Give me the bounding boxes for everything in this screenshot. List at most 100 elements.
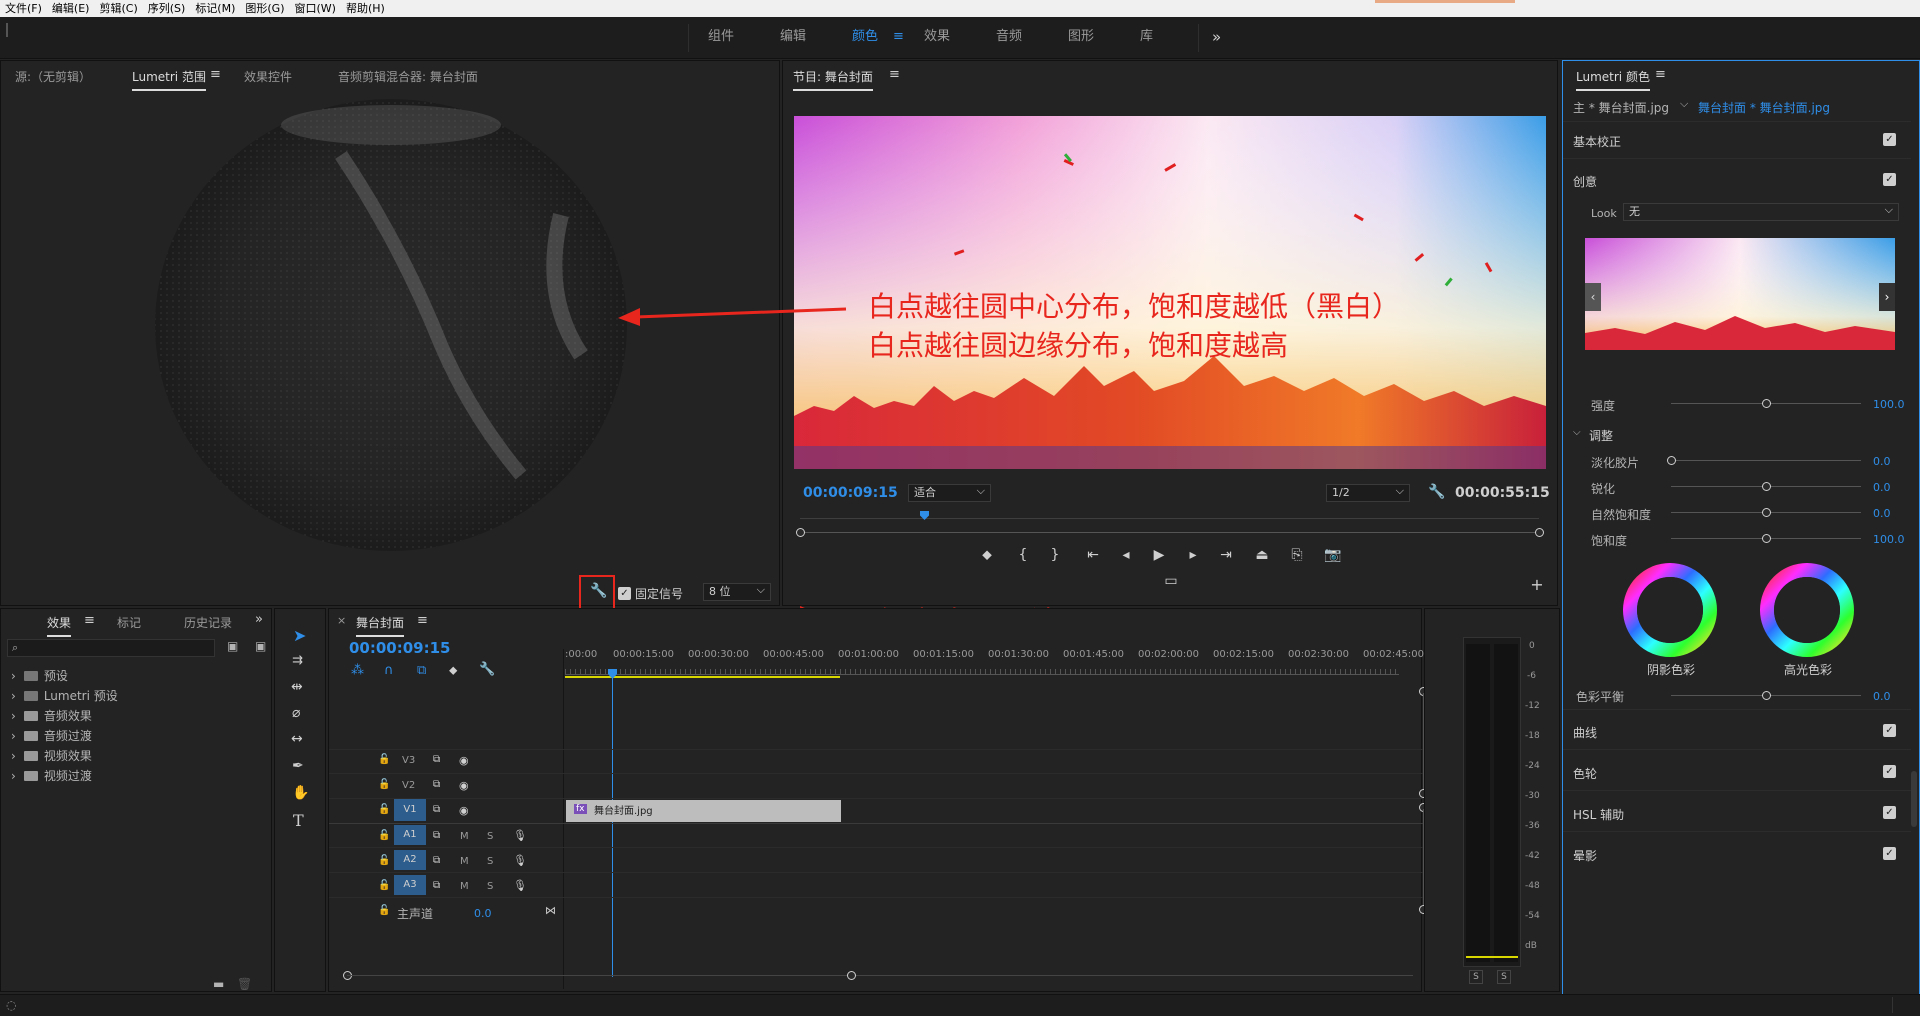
sharpen-knob[interactable] bbox=[1762, 482, 1771, 491]
creative-toggle[interactable]: ✓ bbox=[1883, 173, 1896, 186]
lock-icon[interactable]: 🔓 bbox=[378, 754, 390, 765]
sync-lock-icon[interactable]: ⧉ bbox=[433, 754, 440, 765]
microphone-icon[interactable]: 🎙 bbox=[513, 829, 527, 842]
track-label-v1[interactable]: V1 bbox=[394, 799, 426, 821]
look-prev-icon[interactable]: ‹ bbox=[1585, 283, 1601, 311]
delete-icon[interactable]: 🗑 bbox=[237, 977, 252, 991]
lock-icon[interactable]: 🔓 bbox=[378, 880, 390, 891]
hsl-secondary-toggle[interactable]: ✓ bbox=[1883, 806, 1896, 819]
workspace-tab-effects[interactable]: 效果 bbox=[924, 17, 950, 59]
section-basic-correction[interactable]: 基本校正 bbox=[1573, 133, 1621, 150]
workspace-tab-graphics[interactable]: 图形 bbox=[1068, 17, 1094, 59]
time-ruler[interactable]: :00:00 00:00:15:00 00:00:30:00 00:00:45:… bbox=[565, 649, 1424, 669]
close-tab-icon[interactable]: × bbox=[337, 614, 346, 627]
horizontal-scrollbar[interactable] bbox=[347, 975, 1413, 976]
vignette-toggle[interactable]: ✓ bbox=[1883, 847, 1896, 860]
basic-correction-toggle[interactable]: ✓ bbox=[1883, 133, 1896, 146]
intensity-value[interactable]: 100.0 bbox=[1873, 398, 1905, 411]
lift-icon[interactable]: ⏏ bbox=[1252, 547, 1272, 563]
snap-icon[interactable]: ∩ bbox=[384, 663, 394, 678]
new-custom-bin-icon[interactable]: ▣ bbox=[227, 639, 238, 653]
sync-lock-icon[interactable]: ⧉ bbox=[433, 779, 440, 790]
go-to-in-icon[interactable]: ⇤ bbox=[1083, 547, 1103, 563]
vibrance-knob[interactable] bbox=[1762, 508, 1771, 517]
section-color-wheels[interactable]: 色轮 bbox=[1573, 765, 1597, 782]
vibrance-value[interactable]: 0.0 bbox=[1873, 507, 1891, 520]
microphone-icon[interactable]: 🎙 bbox=[513, 854, 527, 867]
sharpen-value[interactable]: 0.0 bbox=[1873, 481, 1891, 494]
effects-tree-item[interactable]: › Lumetri 预设 bbox=[11, 687, 118, 704]
workspace-more-icon[interactable]: » bbox=[1212, 17, 1221, 59]
master-volume-value[interactable]: 0.0 bbox=[474, 907, 492, 920]
panel-menu-icon[interactable]: ≡ bbox=[210, 67, 221, 82]
lumetri-scrollbar[interactable] bbox=[1911, 771, 1917, 827]
tab-lumetri-scopes[interactable]: Lumetri 范围 bbox=[132, 68, 206, 91]
program-zoom-bar[interactable] bbox=[800, 532, 1539, 533]
mute-button[interactable]: M bbox=[460, 831, 469, 842]
linked-selection-icon[interactable]: ⧉ bbox=[417, 663, 426, 678]
track-label-v2[interactable]: V2 bbox=[402, 780, 415, 791]
tab-source[interactable]: 源:（无剪辑） bbox=[15, 68, 91, 85]
eye-icon[interactable]: ◉ bbox=[459, 754, 469, 767]
add-marker-icon[interactable]: ⬥ bbox=[449, 663, 457, 678]
microphone-icon[interactable]: 🎙 bbox=[513, 879, 527, 892]
razor-tool-icon[interactable]: ⌀ bbox=[292, 705, 300, 721]
section-curves[interactable]: 曲线 bbox=[1573, 724, 1597, 741]
clip-sequence-selector[interactable]: 舞台封面 * 舞台封面.jpg bbox=[1698, 99, 1830, 116]
panel-menu-icon[interactable]: ≡ bbox=[84, 613, 95, 628]
program-title[interactable]: 节目: 舞台封面 bbox=[793, 68, 873, 91]
bit-depth-select[interactable]: 8 位 bbox=[703, 582, 771, 601]
curves-toggle[interactable]: ✓ bbox=[1883, 724, 1896, 737]
chevron-down-icon[interactable]: ⌵ bbox=[1573, 427, 1581, 438]
panel-menu-icon[interactable]: ≡ bbox=[1655, 67, 1666, 82]
sequence-tab[interactable]: 舞台封面 bbox=[356, 614, 405, 637]
play-icon[interactable]: ▶ bbox=[1149, 547, 1169, 563]
slip-tool-icon[interactable]: ↔ bbox=[291, 731, 303, 747]
menu-file[interactable]: 文件(F) bbox=[0, 0, 47, 16]
zoom-bar-start-handle[interactable] bbox=[796, 528, 805, 537]
faded-film-slider[interactable] bbox=[1671, 460, 1861, 461]
lock-icon[interactable]: 🔓 bbox=[378, 804, 390, 815]
faded-film-knob[interactable] bbox=[1667, 456, 1676, 465]
eye-icon[interactable]: ◉ bbox=[459, 779, 469, 792]
highlight-tint-wheel[interactable] bbox=[1760, 563, 1854, 657]
effects-tree-item[interactable]: › 音频效果 bbox=[11, 707, 92, 724]
lock-icon[interactable]: 🔓 bbox=[378, 779, 390, 790]
lock-icon[interactable]: 🔓 bbox=[378, 830, 390, 841]
tab-audio-clip-mixer[interactable]: 音频剪辑混合器: 舞台封面 bbox=[338, 68, 478, 85]
saturation-value[interactable]: 100.0 bbox=[1873, 533, 1905, 546]
look-select[interactable]: 无 bbox=[1623, 202, 1899, 221]
timeline-settings-wrench-icon[interactable]: 🔧 bbox=[479, 662, 495, 677]
zoom-bar-end-handle[interactable] bbox=[1535, 528, 1544, 537]
tab-history[interactable]: 历史记录 bbox=[184, 614, 232, 631]
color-wheels-toggle[interactable]: ✓ bbox=[1883, 765, 1896, 778]
faded-film-value[interactable]: 0.0 bbox=[1873, 455, 1891, 468]
effects-tree-item[interactable]: › 预设 bbox=[11, 667, 68, 684]
lumetri-title[interactable]: Lumetri 颜色 bbox=[1576, 68, 1650, 91]
lock-icon[interactable]: 🔓 bbox=[378, 855, 390, 866]
menu-sequence[interactable]: 序列(S) bbox=[143, 0, 191, 16]
effects-search-input[interactable]: ⌕ bbox=[7, 639, 215, 657]
horizontal-scroll-end[interactable] bbox=[847, 971, 856, 980]
ripple-edit-tool-icon[interactable]: ⇹ bbox=[291, 679, 303, 695]
track-label-a3[interactable]: A3 bbox=[394, 875, 426, 895]
solo-button[interactable]: S bbox=[487, 856, 493, 867]
selection-tool-icon[interactable]: ➤ bbox=[293, 626, 306, 645]
accelerated-effects-icon[interactable]: ▣ bbox=[255, 639, 266, 653]
chevron-down-icon[interactable]: ⌵ bbox=[1680, 97, 1688, 111]
section-vignette[interactable]: 晕影 bbox=[1573, 847, 1597, 864]
new-bin-icon[interactable]: ▬ bbox=[213, 977, 224, 991]
menu-edit[interactable]: 编辑(E) bbox=[47, 0, 95, 16]
go-to-out-icon[interactable]: ⇥ bbox=[1216, 547, 1236, 563]
more-panels-icon[interactable]: » bbox=[255, 612, 263, 627]
type-tool-icon[interactable]: T bbox=[293, 811, 304, 830]
tab-markers[interactable]: 标记 bbox=[117, 614, 141, 631]
mute-button[interactable]: M bbox=[460, 881, 469, 892]
workspace-tab-audio[interactable]: 音频 bbox=[996, 17, 1022, 59]
adjustments-label[interactable]: 调整 bbox=[1589, 427, 1613, 444]
solo-right-button[interactable]: S bbox=[1497, 970, 1511, 984]
panel-menu-icon[interactable]: ≡ bbox=[889, 67, 900, 82]
work-area-bar[interactable] bbox=[565, 676, 840, 678]
section-creative[interactable]: 创意 bbox=[1573, 173, 1597, 190]
section-hsl-secondary[interactable]: HSL 辅助 bbox=[1573, 806, 1624, 823]
